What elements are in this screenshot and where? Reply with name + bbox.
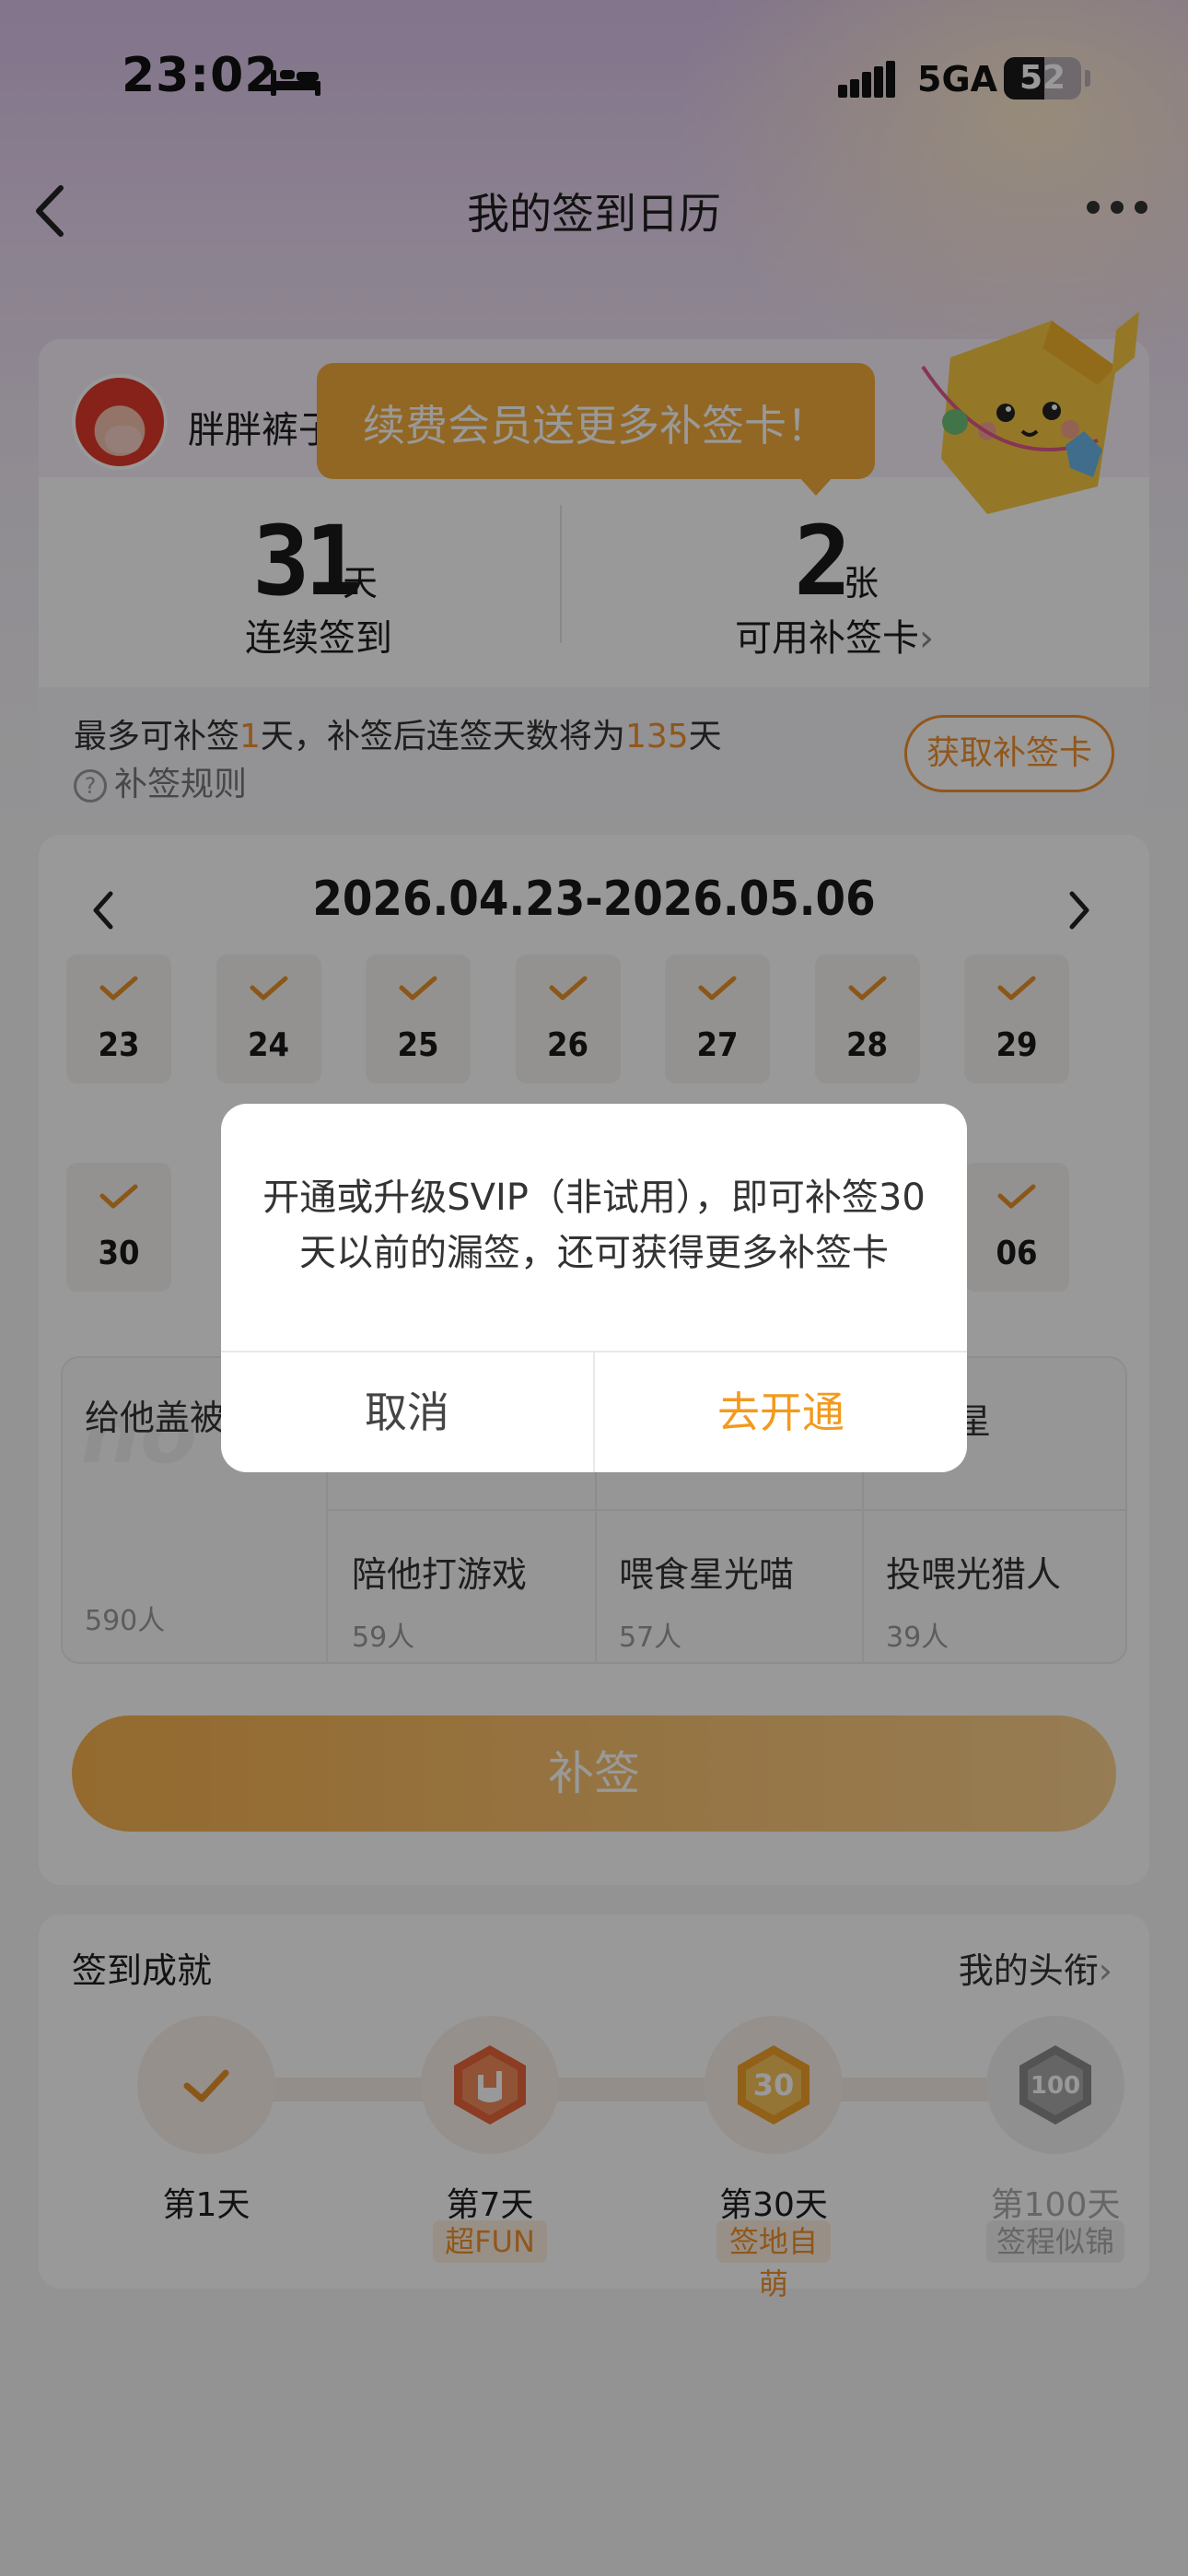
svip-upgrade-dialog: 开通或升级SVIP（非试用），即可补签30天以前的漏签，还可获得更多补签卡 取消… bbox=[221, 1104, 967, 1472]
dialog-message: 开通或升级SVIP（非试用），即可补签30天以前的漏签，还可获得更多补签卡 bbox=[262, 1177, 926, 1274]
activate-svip-button[interactable]: 去开通 bbox=[595, 1352, 967, 1472]
cancel-button[interactable]: 取消 bbox=[221, 1352, 593, 1472]
